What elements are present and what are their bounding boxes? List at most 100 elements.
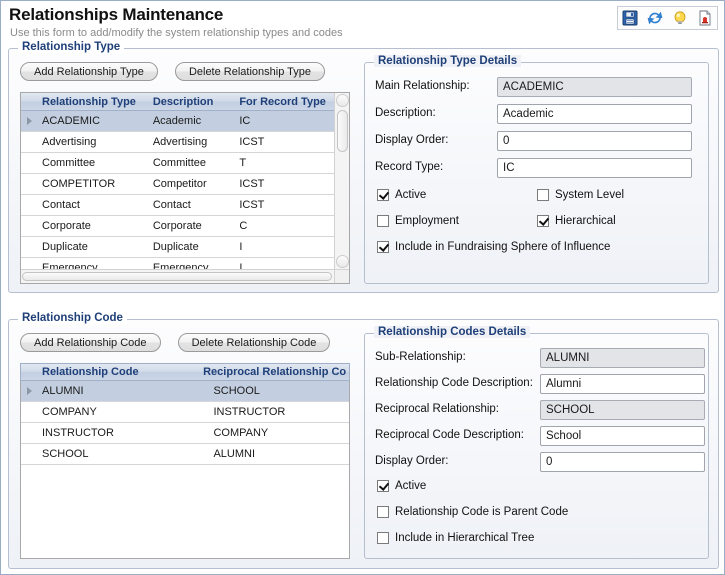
cell-description: Emergency bbox=[152, 262, 209, 269]
delete-relationship-code-button[interactable]: Delete Relationship Code bbox=[177, 333, 331, 352]
checkbox-label: Active bbox=[395, 480, 427, 492]
checkbox-include-hierarchical-tree[interactable]: Include in Hierarchical Tree bbox=[377, 532, 534, 544]
field-label: Display Order: bbox=[375, 134, 449, 146]
column-header-description[interactable]: Description bbox=[149, 96, 235, 108]
cell-description: Contact bbox=[152, 199, 191, 211]
field-label: Main Relationship: bbox=[375, 80, 470, 92]
field-reciprocal-code-description: Reciprocal Code Description: School bbox=[375, 426, 705, 448]
code-display-order-input[interactable]: 0 bbox=[540, 452, 705, 472]
cell-reciprocal: SCHOOL bbox=[213, 385, 260, 397]
checkbox-code-is-parent-code[interactable]: Relationship Code is Parent Code bbox=[377, 506, 568, 518]
checkbox-label: Relationship Code is Parent Code bbox=[395, 506, 569, 518]
table-row[interactable]: Corporate Corporate C bbox=[21, 216, 334, 237]
checkbox-box[interactable] bbox=[377, 241, 389, 253]
field-record-type: Record Type: IC bbox=[375, 158, 698, 180]
cell-record-type: ICST bbox=[239, 199, 265, 211]
cell-type: Corporate bbox=[42, 220, 91, 232]
table-row[interactable]: Committee Committee T bbox=[21, 153, 334, 174]
scroll-up-arrow[interactable] bbox=[336, 94, 349, 107]
add-relationship-code-button[interactable]: Add Relationship Code bbox=[20, 333, 161, 352]
hscroll-thumb[interactable] bbox=[22, 272, 332, 281]
cell-reciprocal: COMPANY bbox=[213, 427, 269, 439]
checkbox-box[interactable] bbox=[377, 532, 389, 544]
column-header-relationship-code[interactable]: Relationship Code bbox=[38, 366, 199, 378]
field-label: Relationship Code Description: bbox=[375, 377, 533, 389]
table-row[interactable]: SCHOOL ALUMNI bbox=[21, 444, 349, 465]
report-icon[interactable] bbox=[696, 9, 714, 27]
cell-code: SCHOOL bbox=[42, 448, 89, 460]
cell-type: Contact bbox=[42, 199, 80, 211]
checkbox-hierarchical[interactable]: Hierarchical bbox=[537, 215, 616, 227]
cell-type: COMPETITOR bbox=[42, 178, 116, 190]
cell-description: Academic bbox=[152, 115, 202, 127]
display-order-input[interactable]: 0 bbox=[497, 131, 692, 151]
relationships-maintenance-window: Relationships Maintenance Use this form … bbox=[0, 0, 725, 575]
cell-type: Advertising bbox=[42, 136, 97, 148]
cell-type: Emergency bbox=[42, 262, 98, 269]
relationship-code-legend: Relationship Code bbox=[18, 312, 127, 324]
checkbox-label: Active bbox=[395, 189, 427, 201]
field-label: Reciprocal Code Description: bbox=[375, 429, 524, 441]
checkbox-label: Employment bbox=[395, 215, 459, 227]
table-row[interactable]: Contact Contact ICST bbox=[21, 195, 334, 216]
checkbox-box[interactable] bbox=[377, 506, 389, 518]
field-label: Display Order: bbox=[375, 455, 449, 467]
grid-horizontal-scrollbar[interactable] bbox=[21, 269, 334, 283]
checkbox-system-level[interactable]: System Level bbox=[537, 189, 624, 201]
field-display-order: Display Order: 0 bbox=[375, 131, 698, 153]
checkbox-box[interactable] bbox=[377, 215, 389, 227]
checkbox-include-fundraising[interactable]: Include in Fundraising Sphere of Influen… bbox=[377, 241, 610, 253]
column-header-reciprocal-relationship-code[interactable]: Reciprocal Relationship Co bbox=[199, 366, 349, 378]
record-type-input[interactable]: IC bbox=[497, 158, 692, 178]
field-reciprocal-relationship: Reciprocal Relationship: SCHOOL bbox=[375, 400, 705, 422]
relationship-code-grid[interactable]: Relationship Code Reciprocal Relationshi… bbox=[20, 363, 350, 559]
reciprocal-relationship-input[interactable]: SCHOOL bbox=[540, 400, 705, 420]
checkbox-active[interactable]: Active bbox=[377, 189, 426, 201]
relationship-type-details-panel: Relationship Type Details Main Relations… bbox=[364, 55, 709, 284]
checkbox-box[interactable] bbox=[537, 215, 549, 227]
save-icon[interactable] bbox=[621, 9, 639, 27]
cell-code: COMPANY bbox=[42, 406, 97, 418]
checkbox-label: Include in Fundraising Sphere of Influen… bbox=[395, 241, 611, 253]
table-row[interactable]: INSTRUCTOR COMPANY bbox=[21, 423, 349, 444]
relationship-code-description-input[interactable]: Alumni bbox=[540, 374, 705, 394]
scroll-down-arrow[interactable] bbox=[336, 255, 349, 268]
cell-reciprocal: ALUMNI bbox=[213, 448, 256, 460]
description-input[interactable]: Academic bbox=[497, 104, 692, 124]
refresh-icon[interactable] bbox=[646, 9, 664, 27]
grid-vertical-scrollbar[interactable] bbox=[334, 93, 349, 269]
cell-reciprocal: INSTRUCTOR bbox=[213, 406, 286, 418]
column-header-relationship-type[interactable]: Relationship Type bbox=[38, 96, 149, 108]
main-relationship-input[interactable]: ACADEMIC bbox=[497, 77, 692, 97]
cell-record-type: I bbox=[239, 241, 243, 253]
reciprocal-code-description-input[interactable]: School bbox=[540, 426, 705, 446]
checkbox-label: Include in Hierarchical Tree bbox=[395, 532, 535, 544]
scroll-thumb[interactable] bbox=[337, 110, 348, 152]
column-header-for-record-type[interactable]: For Record Type bbox=[235, 96, 334, 108]
field-label: Record Type: bbox=[375, 161, 444, 173]
add-relationship-type-button[interactable]: Add Relationship Type bbox=[20, 62, 158, 81]
table-row[interactable]: Advertising Advertising ICST bbox=[21, 132, 334, 153]
table-row[interactable]: ACADEMIC Academic IC bbox=[21, 111, 334, 132]
delete-relationship-type-button[interactable]: Delete Relationship Type bbox=[174, 62, 326, 81]
checkbox-box[interactable] bbox=[537, 189, 549, 201]
table-row[interactable]: Emergency Emergency I bbox=[21, 258, 334, 269]
field-relationship-code-description: Relationship Code Description: Alumni bbox=[375, 374, 705, 396]
field-label: Sub-Relationship: bbox=[375, 351, 466, 363]
table-row[interactable]: COMPETITOR Competitor ICST bbox=[21, 174, 334, 195]
checkbox-employment[interactable]: Employment bbox=[377, 215, 459, 227]
checkbox-label: Hierarchical bbox=[555, 215, 616, 227]
field-description: Description: Academic bbox=[375, 104, 698, 126]
toolbar bbox=[617, 6, 718, 30]
checkbox-box[interactable] bbox=[377, 480, 389, 492]
relationship-type-grid[interactable]: Relationship Type Description For Record… bbox=[20, 92, 350, 284]
table-row[interactable]: COMPANY INSTRUCTOR bbox=[21, 402, 349, 423]
relationship-codes-details-panel: Relationship Codes Details Sub-Relations… bbox=[364, 326, 709, 559]
table-row[interactable]: ALUMNI SCHOOL bbox=[21, 381, 349, 402]
checkbox-code-active[interactable]: Active bbox=[377, 480, 426, 492]
sub-relationship-input[interactable]: ALUMNI bbox=[540, 348, 705, 368]
scroll-corner bbox=[334, 269, 349, 283]
lightbulb-icon[interactable] bbox=[671, 9, 689, 27]
table-row[interactable]: Duplicate Duplicate I bbox=[21, 237, 334, 258]
checkbox-box[interactable] bbox=[377, 189, 389, 201]
